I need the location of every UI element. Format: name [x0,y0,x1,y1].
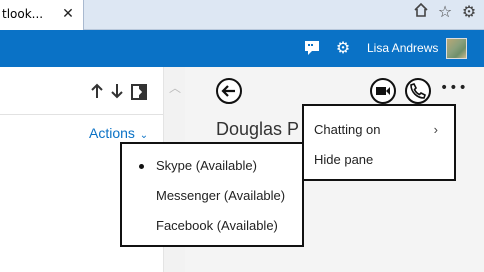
page: tlook... ✕ ☆ ⚙ ⚙ Lisa Andrews Actions ⌄ … [0,0,484,272]
phone-icon [410,83,426,99]
close-icon[interactable]: ✕ [58,3,78,25]
gear-icon[interactable]: ⚙ [333,38,353,58]
tab-title: tlook... [2,7,44,21]
menu-item-label: Facebook (Available) [156,218,278,233]
app-header: ⚙ Lisa Andrews [0,30,484,67]
contact-name: Douglas P [216,119,300,139]
gear-icon[interactable]: ⚙ [459,2,479,22]
menu-item-label: Chatting on [314,122,381,137]
menu-item-label: Hide pane [314,152,374,167]
home-icon[interactable] [411,2,431,22]
video-icon [376,87,390,95]
menu-item-hide-pane[interactable]: Hide pane [304,146,454,174]
browser-tab[interactable]: tlook... ✕ [0,0,84,30]
menu-item-skype[interactable]: Skype (Available) [122,152,302,180]
chat-options-menu: Chatting on › Hide pane [302,104,456,181]
browser-toolbar: tlook... ✕ ☆ ⚙ [0,0,484,30]
arrow-down-icon[interactable] [108,83,126,101]
avatar[interactable] [446,38,467,59]
menu-item-facebook[interactable]: Facebook (Available) [122,212,302,240]
menu-item-label: Skype (Available) [156,158,257,173]
user-name[interactable]: Lisa Andrews [367,41,438,55]
selected-bullet-icon [139,164,144,169]
more-icon[interactable]: ••• [440,81,467,95]
back-icon [221,85,235,97]
chevron-right-icon: › [433,122,438,137]
arrow-up-icon[interactable] [88,83,106,101]
pop-out-icon[interactable] [130,83,148,101]
actions-label: Actions [89,125,135,141]
actions-menu-button[interactable]: Actions ⌄ [89,125,148,141]
phone-call-button[interactable] [405,78,431,104]
chatting-on-submenu: Skype (Available) Messenger (Available) … [120,142,304,247]
chat-icon[interactable] [302,38,322,58]
chevron-down-icon: ⌄ [136,130,149,141]
divider [0,114,163,115]
back-button[interactable] [216,78,242,104]
chevron-up-icon[interactable]: ︿ [168,81,182,95]
video-call-button[interactable] [370,78,396,104]
menu-item-messenger[interactable]: Messenger (Available) [122,182,302,210]
menu-item-label: Messenger (Available) [156,188,286,203]
star-icon[interactable]: ☆ [435,2,455,22]
menu-item-chatting-on[interactable]: Chatting on › [304,116,454,144]
